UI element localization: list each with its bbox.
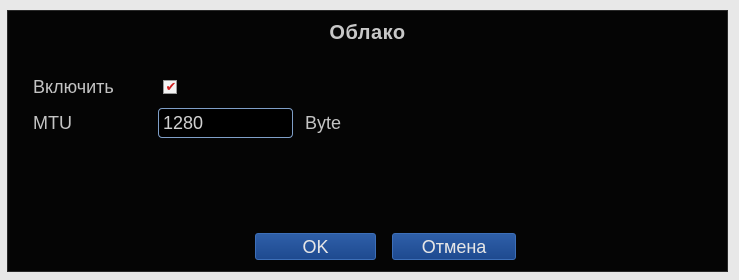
check-mark-icon: ✔ [165, 79, 177, 94]
mtu-label: MTU [33, 113, 72, 133]
ok-button[interactable]: OK [255, 233, 376, 260]
enable-checkbox[interactable]: ✔ [163, 79, 177, 94]
cloud-dialog: Облако Включить ✔ MTU Byte OK Отмена [7, 10, 728, 272]
mtu-input[interactable] [158, 108, 293, 138]
dialog-title: Облако [329, 22, 406, 44]
cancel-button[interactable]: Отмена [392, 233, 516, 260]
mtu-unit-label: Byte [305, 113, 342, 133]
enable-label: Включить [33, 77, 114, 97]
